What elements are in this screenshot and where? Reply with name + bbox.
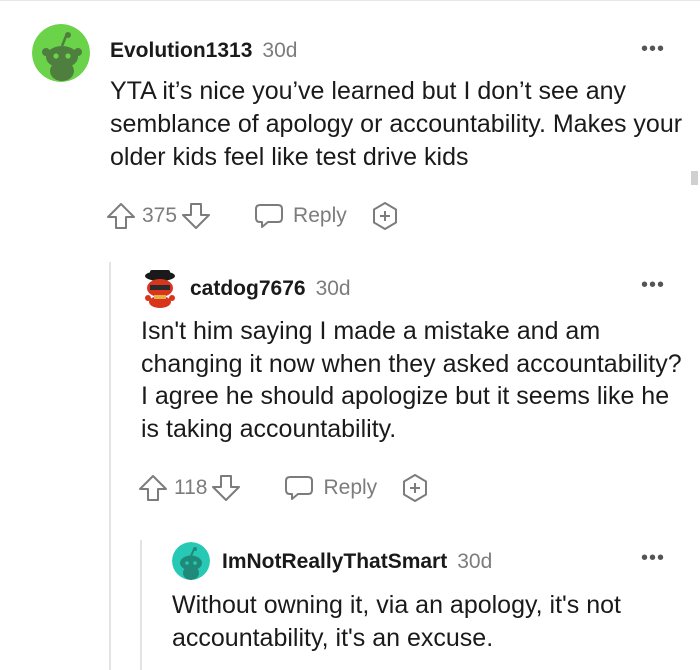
reply-label: Reply — [323, 476, 378, 499]
comment-age: 30d — [457, 550, 493, 573]
avatar[interactable] — [32, 24, 90, 82]
username[interactable]: catdog7676 — [190, 277, 306, 301]
comment-body: YTA it’s nice you’ve learned but I don’t… — [110, 77, 683, 171]
more-options-icon[interactable]: ••• — [641, 548, 665, 568]
avatar[interactable] — [172, 542, 210, 580]
reply-button[interactable]: Reply — [253, 202, 347, 230]
award-icon[interactable] — [369, 200, 401, 232]
more-options-icon[interactable]: ••• — [641, 39, 665, 59]
vote-score: 118 — [174, 476, 208, 499]
comment-bubble-icon — [255, 204, 284, 228]
comment-body: Isn't him saying I made a mistake and am… — [141, 317, 682, 443]
comment: catdog7676 30d ••• Isn't him saying I ma… — [0, 262, 700, 512]
comment: Evolution1313 30d ••• YTA it’s nice you’… — [0, 0, 700, 240]
award-icon[interactable] — [399, 472, 431, 504]
avatar[interactable] — [142, 268, 178, 308]
comment-bubble-icon — [285, 476, 314, 500]
snoo-avatar-icon — [142, 268, 178, 308]
upvote-icon[interactable] — [138, 473, 168, 503]
more-options-icon[interactable]: ••• — [641, 275, 665, 295]
upvote-icon[interactable] — [106, 201, 136, 231]
username[interactable]: Evolution1313 — [110, 39, 252, 63]
snoo-avatar-icon — [172, 542, 210, 580]
reply-label: Reply — [293, 204, 347, 227]
vote-score: 375 — [142, 204, 178, 227]
comment-body: Without owning it, via an apology, it's … — [172, 591, 621, 652]
comment: ImNotReallyThatSmart 30d ••• Without own… — [0, 535, 700, 670]
comment-age: 30d — [315, 277, 351, 300]
comment-age: 30d — [262, 39, 298, 62]
downvote-icon[interactable] — [181, 201, 211, 231]
username[interactable]: ImNotReallyThatSmart — [222, 550, 447, 574]
reply-button[interactable]: Reply — [283, 474, 377, 502]
snoo-avatar-icon — [32, 24, 90, 82]
downvote-icon[interactable] — [211, 473, 241, 503]
